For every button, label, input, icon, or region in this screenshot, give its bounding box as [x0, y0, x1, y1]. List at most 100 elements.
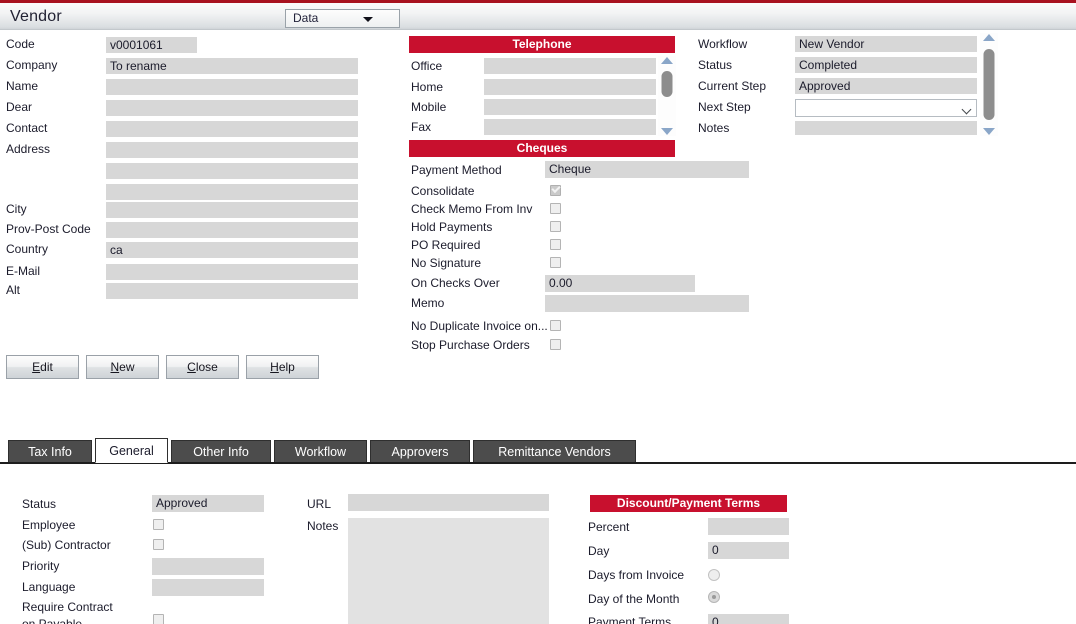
field-general-notes[interactable]	[348, 518, 549, 624]
field-on-checks-over[interactable]: 0.00	[545, 275, 695, 292]
tab-general[interactable]: General	[95, 438, 168, 463]
label-day: Day	[588, 544, 610, 558]
field-workflow[interactable]: New Vendor	[795, 36, 977, 52]
scrollbar-thumb[interactable]	[983, 49, 995, 120]
label-current-step: Current Step	[698, 79, 767, 93]
label-next-step: Next Step	[698, 100, 751, 114]
label-general-notes: Notes	[307, 519, 339, 533]
label-employee: Employee	[22, 518, 76, 532]
help-button-label: elp	[278, 360, 295, 374]
field-country[interactable]: ca	[106, 242, 358, 258]
data-menu-dropdown[interactable]: Data	[285, 9, 400, 28]
scroll-up-arrow-icon[interactable]	[661, 57, 673, 64]
label-priority: Priority	[22, 559, 60, 573]
label-url: URL	[307, 497, 332, 511]
label-payment-method: Payment Method	[411, 163, 502, 177]
close-button-label: lose	[195, 360, 218, 374]
page-title: Vendor	[10, 8, 62, 25]
help-button[interactable]: Help	[246, 355, 319, 379]
field-address-1[interactable]	[106, 142, 358, 158]
close-button[interactable]: Close	[166, 355, 239, 379]
help-button-accel: H	[270, 360, 279, 374]
field-code[interactable]: v0001061	[106, 37, 197, 53]
label-contact: Contact	[6, 121, 48, 135]
scroll-down-arrow-icon[interactable]	[661, 128, 673, 135]
checkbox-require-contract-on-payable[interactable]	[153, 614, 164, 624]
label-fax: Fax	[411, 120, 432, 134]
checkbox-no-signature[interactable]	[550, 257, 561, 268]
label-no-signature: No Signature	[411, 256, 482, 270]
close-button-accel: C	[187, 360, 196, 374]
field-email[interactable]	[106, 264, 358, 280]
window-titlebar: Vendor Data	[0, 0, 1076, 30]
scrollbar-thumb[interactable]	[661, 71, 673, 97]
data-menu-label: Data	[293, 11, 319, 25]
chevron-down-icon	[961, 104, 972, 115]
new-button[interactable]: New	[86, 355, 159, 379]
label-prov-post-code: Prov-Post Code	[6, 222, 91, 236]
field-general-status[interactable]: Approved	[152, 495, 264, 512]
field-alt[interactable]	[106, 283, 358, 299]
field-address-2[interactable]	[106, 163, 358, 179]
label-memo: Memo	[411, 296, 445, 310]
field-mobile[interactable]	[484, 99, 656, 115]
field-percent[interactable]	[708, 518, 789, 535]
tab-tax-info[interactable]: Tax Info	[8, 440, 92, 462]
tab-approvers[interactable]: Approvers	[370, 440, 470, 462]
label-check-memo-from-inv: Check Memo From Inv	[411, 202, 533, 216]
label-days-from-invoice: Days from Invoice	[588, 568, 685, 582]
workflow-scrollbar[interactable]	[980, 33, 998, 136]
label-code: Code	[6, 37, 35, 51]
label-email: E-Mail	[6, 264, 41, 278]
checkbox-employee[interactable]	[153, 519, 164, 530]
field-url[interactable]	[348, 494, 549, 511]
tab-remittance-vendors[interactable]: Remittance Vendors	[473, 440, 636, 462]
label-notes: Notes	[698, 121, 730, 135]
edit-button-label: dit	[40, 360, 53, 374]
radio-days-from-invoice[interactable]	[708, 569, 720, 581]
label-country: Country	[6, 242, 49, 256]
label-office: Office	[411, 59, 443, 73]
field-fax[interactable]	[484, 119, 656, 135]
field-priority[interactable]	[152, 558, 264, 575]
label-consolidate: Consolidate	[411, 184, 475, 198]
checkbox-sub-contractor[interactable]	[153, 539, 164, 550]
telephone-section-header: Telephone	[409, 36, 675, 53]
tab-other-info[interactable]: Other Info	[171, 440, 271, 462]
checkbox-hold-payments[interactable]	[550, 221, 561, 232]
edit-button-accel: E	[32, 360, 41, 374]
dropdown-next-step[interactable]	[795, 99, 977, 117]
checkbox-po-required[interactable]	[550, 239, 561, 250]
label-mobile: Mobile	[411, 100, 447, 114]
field-dear[interactable]	[106, 100, 358, 116]
field-day[interactable]: 0	[708, 542, 789, 559]
edit-button[interactable]: Edit	[6, 355, 79, 379]
field-prov-post-code[interactable]	[106, 222, 358, 238]
field-payment-method[interactable]: Cheque	[545, 161, 749, 178]
field-language[interactable]	[152, 579, 264, 596]
checkbox-consolidate[interactable]	[550, 185, 561, 196]
field-memo[interactable]	[545, 295, 749, 312]
field-status[interactable]: Completed	[795, 57, 977, 73]
label-dear: Dear	[6, 100, 33, 114]
checkbox-stop-purchase-orders[interactable]	[550, 339, 561, 350]
field-address-3[interactable]	[106, 184, 358, 200]
field-payment-terms[interactable]: 0	[708, 614, 789, 624]
field-contact[interactable]	[106, 121, 358, 137]
telephone-scrollbar[interactable]	[658, 56, 676, 136]
checkbox-check-memo-from-inv[interactable]	[550, 203, 561, 214]
field-city[interactable]	[106, 202, 358, 218]
scroll-down-arrow-icon[interactable]	[983, 128, 995, 135]
checkbox-no-duplicate-invoice[interactable]	[550, 320, 561, 331]
field-name[interactable]	[106, 79, 358, 95]
new-button-accel: N	[110, 360, 120, 374]
tab-workflow[interactable]: Workflow	[274, 440, 367, 462]
label-hold-payments: Hold Payments	[411, 220, 493, 234]
field-office[interactable]	[484, 58, 656, 74]
field-current-step[interactable]: Approved	[795, 78, 977, 94]
field-company[interactable]: To rename	[106, 58, 358, 74]
scroll-up-arrow-icon[interactable]	[983, 34, 995, 41]
radio-day-of-the-month[interactable]	[708, 591, 720, 603]
field-home[interactable]	[484, 79, 656, 95]
field-notes[interactable]	[795, 121, 977, 135]
